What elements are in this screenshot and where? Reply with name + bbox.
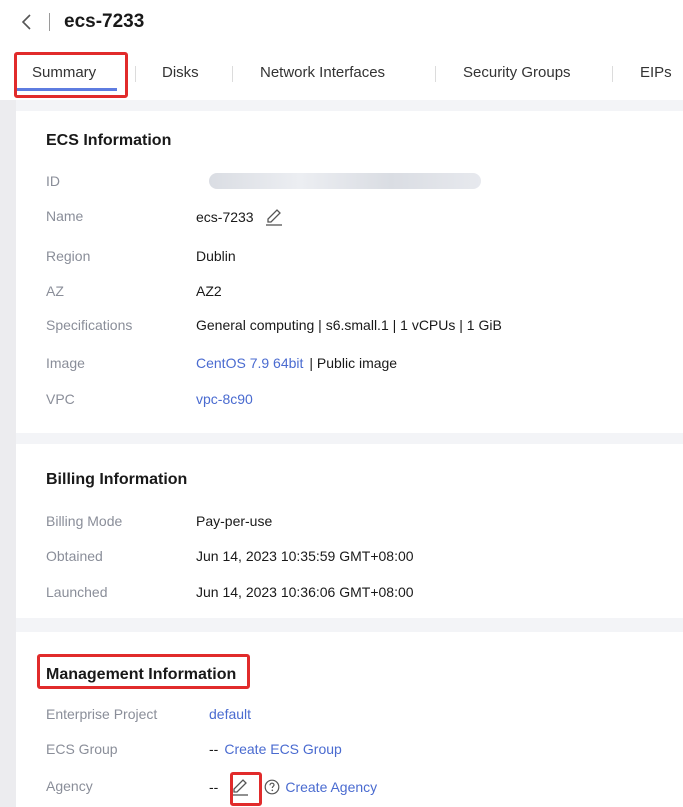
tab-network-interfaces[interactable]: Network Interfaces	[260, 58, 385, 94]
name-value-row: ecs-7233	[196, 208, 284, 226]
page-header: ecs-7233 Summary Disks Network Interface…	[0, 0, 683, 100]
chevron-left-icon	[21, 14, 31, 30]
name-label: Name	[46, 208, 84, 224]
billing-information-card: Billing Information Billing Mode Pay-per…	[16, 444, 683, 618]
billing-mode-value: Pay-per-use	[196, 513, 273, 529]
vpc-link[interactable]: vpc-8c90	[196, 391, 253, 407]
id-value	[209, 173, 481, 189]
pencil-icon	[265, 209, 282, 226]
left-gutter	[0, 100, 16, 807]
specifications-value: General computing | s6.small.1 | 1 vCPUs…	[196, 317, 502, 333]
image-link[interactable]: CentOS 7.9 64bit	[196, 355, 303, 371]
edit-agency-button[interactable]	[230, 778, 250, 796]
question-circle-icon	[264, 779, 280, 795]
edit-name-button[interactable]	[264, 208, 284, 226]
az-label: AZ	[46, 283, 64, 299]
tab-disks[interactable]: Disks	[162, 58, 199, 94]
name-value: ecs-7233	[196, 209, 254, 225]
tab-divider	[232, 66, 233, 82]
card-title: Management Information	[46, 666, 237, 683]
management-information-card: Management Information Enterprise Projec…	[16, 632, 683, 807]
tab-divider	[435, 66, 436, 82]
redacted-id	[209, 173, 481, 189]
vpc-label: VPC	[46, 391, 75, 407]
agency-value-row: -- Create Agency	[209, 778, 377, 796]
specifications-label: Specifications	[46, 317, 133, 333]
back-button[interactable]	[20, 9, 48, 35]
launched-label: Launched	[46, 584, 108, 600]
ecs-group-value: --	[209, 741, 219, 757]
page-title: ecs-7233	[64, 11, 145, 32]
help-icon[interactable]	[264, 779, 280, 795]
tab-divider	[135, 66, 136, 82]
region-value: Dublin	[196, 248, 236, 264]
create-ecs-group-link[interactable]: Create ECS Group	[224, 741, 342, 757]
ecs-group-value-row: -- Create ECS Group	[209, 741, 342, 757]
tab-security-groups[interactable]: Security Groups	[463, 58, 571, 94]
agency-label: Agency	[46, 778, 93, 794]
title-divider	[49, 13, 50, 31]
tab-active-indicator	[17, 88, 117, 91]
image-label: Image	[46, 355, 85, 371]
az-value: AZ2	[196, 283, 222, 299]
create-agency-link[interactable]: Create Agency	[285, 779, 377, 795]
enterprise-project-label: Enterprise Project	[46, 706, 158, 722]
card-title: ECS Information	[46, 132, 172, 149]
tab-divider	[612, 66, 613, 82]
image-type: | Public image	[309, 355, 398, 371]
launched-value: Jun 14, 2023 10:36:06 GMT+08:00	[196, 584, 414, 600]
pencil-icon	[232, 779, 249, 796]
card-title: Billing Information	[46, 471, 188, 488]
agency-value: --	[209, 779, 219, 795]
region-label: Region	[46, 248, 91, 264]
obtained-value: Jun 14, 2023 10:35:59 GMT+08:00	[196, 548, 414, 564]
tab-bar: Summary Disks Network Interfaces Securit…	[0, 58, 683, 94]
ecs-group-label: ECS Group	[46, 741, 118, 757]
ecs-information-card: ECS Information ID Name ecs-7233 Region …	[16, 111, 683, 433]
enterprise-project-link[interactable]: default	[209, 706, 251, 722]
obtained-label: Obtained	[46, 548, 103, 564]
tab-eips[interactable]: EIPs	[640, 58, 672, 94]
billing-mode-label: Billing Mode	[46, 513, 123, 529]
id-label: ID	[46, 173, 60, 189]
image-value-row: CentOS 7.9 64bit | Public image	[196, 355, 397, 371]
